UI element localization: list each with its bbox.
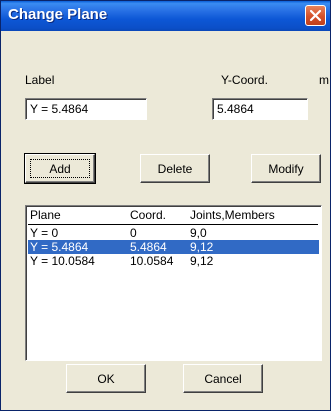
add-button[interactable]: Add (24, 153, 96, 184)
header-coord: Coord. (130, 208, 167, 222)
cancel-button-label: Cancel (204, 371, 242, 386)
y-coord-caption: Y-Coord. (221, 73, 268, 87)
dialog-title: Change Plane (8, 6, 108, 23)
plane-list[interactable]: Plane Coord. Joints,Members Y = 0 0 9,0 … (25, 205, 322, 361)
list-item[interactable]: Y = 10.0584 10.0584 9,12 (28, 254, 319, 268)
list-item-selected[interactable]: Y = 5.4864 5.4864 9,12 (28, 240, 319, 254)
coord-cell: 10.0584 (130, 254, 174, 268)
list-item[interactable]: Y = 0 0 9,0 (28, 226, 319, 240)
modify-button-label: Modify (268, 161, 304, 176)
joints-members-cell: 9,12 (190, 240, 214, 254)
unit-caption: m (319, 73, 329, 87)
plane-cell: Y = 5.4864 (30, 240, 89, 254)
close-icon (309, 9, 322, 22)
delete-button[interactable]: Delete (140, 154, 210, 183)
cancel-button[interactable]: Cancel (183, 364, 263, 393)
coord-cell: 5.4864 (130, 240, 167, 254)
header-plane: Plane (30, 208, 61, 222)
label-caption: Label (25, 73, 55, 87)
joints-members-cell: 9,12 (190, 254, 214, 268)
title-bar[interactable]: Change Plane (1, 1, 330, 31)
modify-button[interactable]: Modify (251, 154, 321, 183)
coord-cell: 0 (130, 226, 137, 240)
header-divider (28, 224, 318, 225)
focus-rect (30, 159, 90, 178)
y-coord-input[interactable]: 5.4864 (212, 98, 308, 120)
header-joints-members: Joints,Members (190, 208, 275, 222)
list-header: Plane Coord. Joints,Members (28, 208, 319, 222)
plane-cell: Y = 0 (30, 226, 59, 240)
plane-cell: Y = 10.0584 (30, 254, 95, 268)
ok-button-label: OK (97, 371, 115, 386)
joints-members-cell: 9,0 (190, 226, 207, 240)
ok-button[interactable]: OK (66, 364, 146, 393)
delete-button-label: Delete (157, 161, 193, 176)
change-plane-dialog: Change Plane Label Y-Coord. m Y = 5.4864… (0, 0, 331, 411)
close-button[interactable] (305, 5, 326, 26)
label-input[interactable]: Y = 5.4864 (25, 98, 147, 120)
